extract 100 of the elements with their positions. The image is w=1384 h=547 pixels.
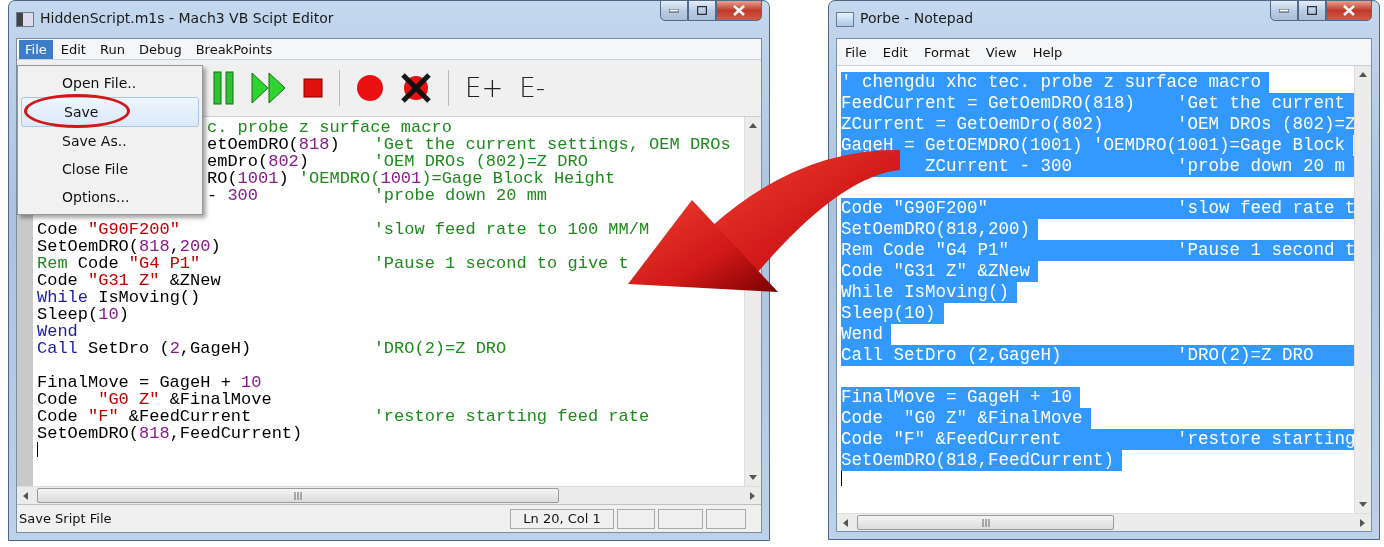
text-cursor xyxy=(37,442,38,457)
status-message: Save Sript File xyxy=(19,511,113,526)
maximize-icon xyxy=(1307,6,1317,15)
scroll-left-icon[interactable] xyxy=(841,517,851,528)
menu-item[interactable]: Debug xyxy=(132,39,188,59)
minimize-icon xyxy=(1279,8,1289,13)
code-text: While IsMoving() xyxy=(37,289,201,306)
code-text: GageH = GetOEMDRO(1001) 'OEMDRO(1001)=Gage Block xyxy=(841,135,1346,156)
menu-option[interactable]: Open File.. xyxy=(20,69,200,97)
code-comment: 'Pause 1 second to give t xyxy=(373,255,629,272)
code-comment: 'Get the current settings, OEM DROs xyxy=(373,136,731,153)
menu-option[interactable]: Close File xyxy=(20,155,200,183)
code-comment: 'probe down 20 m xyxy=(1177,156,1346,177)
code-text: Sleep(10) xyxy=(841,303,936,324)
code-text: FinalMove = GageH + 10 xyxy=(841,387,1073,408)
code-text: SetOemDRO(818,FeedCurrent) xyxy=(841,450,1115,471)
code-text: While IsMoving() xyxy=(841,282,1010,303)
scroll-thumb[interactable] xyxy=(857,515,1114,530)
toolbar-button[interactable]: E- xyxy=(519,75,546,101)
code-text: SetOemDRO(818,200) xyxy=(841,219,1031,240)
code-text: Call SetDro (2,GageH) xyxy=(37,340,252,357)
status-pane xyxy=(658,508,703,529)
maximize-button[interactable] xyxy=(1298,0,1326,21)
code-text: Sleep(10) xyxy=(37,306,129,323)
code-text: emDro(802) xyxy=(207,153,310,170)
close-icon xyxy=(1343,5,1355,16)
scroll-thumb[interactable] xyxy=(37,488,559,503)
status-position: Ln 20, Col 1 xyxy=(510,508,614,529)
maximize-button[interactable] xyxy=(688,0,716,21)
grip-icon xyxy=(981,518,990,527)
minimize-icon xyxy=(669,8,679,13)
code-text: FeedCurrent = GetOemDRO(818) xyxy=(841,93,1136,114)
code-comment: 'slow feed rate t xyxy=(1177,198,1354,219)
minimize-button[interactable] xyxy=(1270,0,1298,21)
window-title: HiddenScript.m1s - Mach3 VB Scipt Editor xyxy=(40,10,335,26)
code-text: Code "G90F200" xyxy=(37,221,180,238)
horizontal-scrollbar[interactable] xyxy=(837,513,1371,531)
code-editor[interactable] xyxy=(33,117,744,486)
menu-item[interactable]: Help xyxy=(1026,42,1069,62)
menu-item[interactable]: Edit xyxy=(54,39,92,59)
scroll-down-icon[interactable] xyxy=(748,472,758,482)
close-icon xyxy=(733,5,745,16)
code-text: c. probe z surface macro xyxy=(207,119,452,136)
app-icon xyxy=(16,12,34,27)
close-button[interactable] xyxy=(1326,0,1372,21)
menu-item[interactable]: Format xyxy=(917,42,976,62)
code-text: ZCurrent = GetOemDro(802) xyxy=(841,114,1104,135)
code-text: Code "F" &FeedCurrent xyxy=(37,408,252,425)
code-comment: 'probe down 20 mm xyxy=(373,187,548,204)
code-text: Call SetDro (2,GageH) xyxy=(841,345,1062,366)
menu-option[interactable]: Save As.. xyxy=(20,127,200,155)
code-text: Code "G31 Z" &ZNew xyxy=(37,272,221,289)
maximize-icon xyxy=(697,6,707,15)
grip-icon xyxy=(294,491,302,500)
scroll-left-icon[interactable] xyxy=(21,490,31,501)
code-text: Code "F" &FeedCurrent xyxy=(841,429,1062,450)
menu-option[interactable]: Options... xyxy=(20,183,200,211)
code-comment: 'slow feed rate to 100 MM/M xyxy=(373,221,650,238)
record-icon[interactable] xyxy=(356,74,384,102)
code-comment: 'DRO(2)=Z DRO xyxy=(1177,345,1314,366)
minimize-button[interactable] xyxy=(660,0,688,21)
code-text: ZCurrent - 300 xyxy=(925,156,1073,177)
code-text: Code "G0 Z" &FinalMove xyxy=(841,408,1083,429)
code-text: ' chengdu xhc tec. probe z surface macro xyxy=(841,72,1262,93)
code-comment: 'restore starting feed rate xyxy=(373,408,650,425)
code-text: RO(1001) 'OEMDRO(1001)=Gage Block Height xyxy=(207,170,616,187)
scroll-right-icon[interactable] xyxy=(1357,517,1367,528)
text-editor[interactable] xyxy=(837,66,1354,513)
scroll-up-icon[interactable] xyxy=(1358,70,1368,80)
horizontal-scrollbar[interactable] xyxy=(17,486,761,504)
menu-item[interactable]: File xyxy=(19,39,53,59)
code-comment: 'DRO(2)=Z DRO xyxy=(373,340,507,357)
code-text: FinalMove = GageH + 10 xyxy=(37,374,262,391)
scroll-right-icon[interactable] xyxy=(747,490,757,501)
menu-item[interactable]: BreakPoints xyxy=(189,39,279,59)
code-text: etOemDRO(818) xyxy=(207,136,340,153)
menu-item[interactable]: View xyxy=(979,42,1023,62)
menu-option[interactable]: Save xyxy=(21,97,199,127)
window-title: Porbe - Notepad xyxy=(860,10,975,26)
menu-item[interactable]: Edit xyxy=(876,42,914,62)
code-comment: 'Pause 1 second t xyxy=(1177,240,1354,261)
text-cursor xyxy=(841,471,842,486)
status-pane xyxy=(706,508,746,529)
scroll-up-icon[interactable] xyxy=(748,121,758,131)
code-text: SetOemDRO(818,200) xyxy=(37,238,221,255)
code-comment: 'OEM DROs (802)=Z xyxy=(1177,114,1354,135)
code-text: SetOemDRO(818,FeedCurrent) xyxy=(37,425,303,442)
code-text: Wend xyxy=(841,324,883,345)
menu-item[interactable]: File xyxy=(839,42,873,62)
toolbar-button[interactable]: E+ xyxy=(465,75,504,101)
code-text: Code "G90F200" xyxy=(841,198,989,219)
close-button[interactable] xyxy=(716,0,762,21)
menu-item[interactable]: Run xyxy=(93,39,131,59)
crossed-circle-icon[interactable] xyxy=(400,72,432,104)
code-text: - 300 xyxy=(207,187,258,204)
notepad-icon xyxy=(836,12,854,27)
play-double-icon[interactable] xyxy=(251,71,287,105)
pause-icon[interactable] xyxy=(213,71,235,105)
vertical-scrollbar[interactable] xyxy=(1354,66,1371,513)
scroll-down-icon[interactable] xyxy=(1358,499,1368,509)
